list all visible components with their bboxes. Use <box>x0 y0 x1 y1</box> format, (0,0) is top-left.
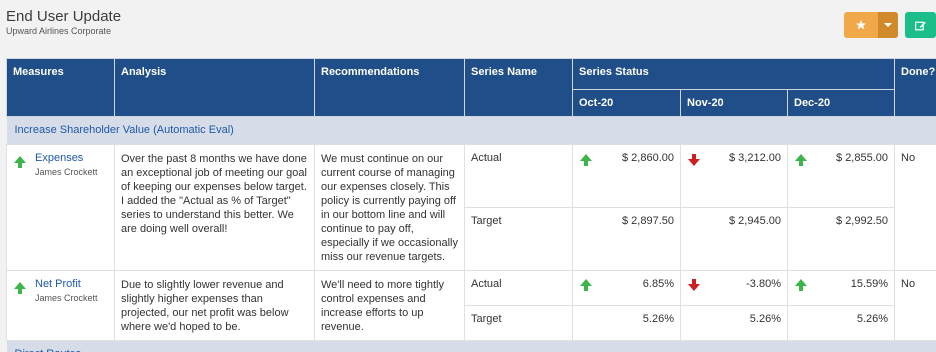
section-row: Increase Shareholder Value (Automatic Ev… <box>6 116 936 145</box>
page-title: End User Update <box>6 8 122 25</box>
section-row: Direct Routes <box>6 340 936 352</box>
arrow-up-icon <box>13 277 35 305</box>
analysis-cell: Over the past 8 months we have done an e… <box>114 144 315 271</box>
caret-down-icon <box>884 23 892 27</box>
table-row: Expenses James Crockett Over the past 8 … <box>6 144 936 271</box>
edit-icon <box>915 21 926 30</box>
series-value-cell: 15.59% <box>786 270 896 306</box>
scorecard-table: Measures Analysis Recommendations Series… <box>6 58 936 352</box>
series-value: $ 2,860.00 <box>622 152 674 164</box>
series-value: $ 2,855.00 <box>836 152 889 164</box>
arrow-up-icon <box>794 151 808 171</box>
series-value-cell: $ 3,212.00 <box>680 144 788 208</box>
section-title[interactable]: Direct Routes <box>6 340 936 352</box>
series-value: 5.26% <box>680 305 788 341</box>
col-header-month: Oct-20 <box>572 89 681 117</box>
arrow-up-icon <box>579 277 593 296</box>
measure-cell: Net Profit James Crockett <box>6 270 115 341</box>
arrow-up-icon <box>579 151 593 171</box>
series-name-cell: Actual <box>464 270 573 306</box>
section-title[interactable]: Increase Shareholder Value (Automatic Ev… <box>6 116 936 145</box>
done-cell: No <box>894 270 936 341</box>
measure-owner: James Crockett <box>35 293 98 303</box>
recommendation-cell: We must continue on our current course o… <box>314 144 465 271</box>
series-name-cell: Target <box>464 305 573 341</box>
series-value-cell: $ 2,860.00 <box>572 144 681 208</box>
favorite-button[interactable] <box>844 12 878 38</box>
favorite-dropdown-button[interactable] <box>878 12 898 38</box>
series-value-cell: $ 2,855.00 <box>786 144 896 208</box>
col-header-month: Nov-20 <box>680 89 788 117</box>
star-icon <box>856 20 866 30</box>
favorite-button-group <box>844 12 898 38</box>
arrow-down-icon <box>687 151 701 171</box>
col-header-month: Dec-20 <box>786 89 896 117</box>
col-header-recommendations: Recommendations <box>314 58 465 117</box>
col-header-series-status: Series Status <box>571 58 896 90</box>
page-subtitle: Upward Airlines Corporate <box>6 26 112 36</box>
col-header-series-name: Series Name <box>464 58 573 117</box>
done-cell: No <box>894 144 936 271</box>
series-name-cell: Actual <box>464 144 573 208</box>
series-value: $ 3,212.00 <box>729 152 781 164</box>
analysis-cell: Due to slightly lower revenue and slight… <box>114 270 315 341</box>
series-value: $ 2,992.50 <box>786 207 896 271</box>
series-value-cell: 6.85% <box>572 270 681 306</box>
series-value: -3.80% <box>746 278 781 290</box>
arrow-down-icon <box>687 277 701 296</box>
edit-button[interactable] <box>905 12 936 38</box>
measure-link[interactable]: Expenses <box>35 151 98 165</box>
table-row: Net Profit James Crockett Due to slightl… <box>6 270 936 341</box>
col-header-measures: Measures <box>6 58 115 117</box>
series-value: 5.26% <box>786 305 896 341</box>
series-name-cell: Target <box>464 207 573 271</box>
col-header-done: Done? <box>894 58 936 117</box>
arrow-up-icon <box>794 277 808 296</box>
measure-owner: James Crockett <box>35 167 98 177</box>
arrow-up-icon <box>13 151 35 179</box>
measure-cell: Expenses James Crockett <box>6 144 115 271</box>
series-value: $ 2,945.00 <box>680 207 788 271</box>
recommendation-cell: We'll need to more tightly control expen… <box>314 270 465 341</box>
series-value-cell: -3.80% <box>680 270 788 306</box>
scorecard-table-container: Measures Analysis Recommendations Series… <box>6 58 936 352</box>
series-value: 5.26% <box>572 305 681 341</box>
series-value: 15.59% <box>850 278 889 290</box>
measure-link[interactable]: Net Profit <box>35 277 98 291</box>
series-value: $ 2,897.50 <box>572 207 681 271</box>
col-header-analysis: Analysis <box>114 58 315 117</box>
series-value: 6.85% <box>642 278 674 290</box>
